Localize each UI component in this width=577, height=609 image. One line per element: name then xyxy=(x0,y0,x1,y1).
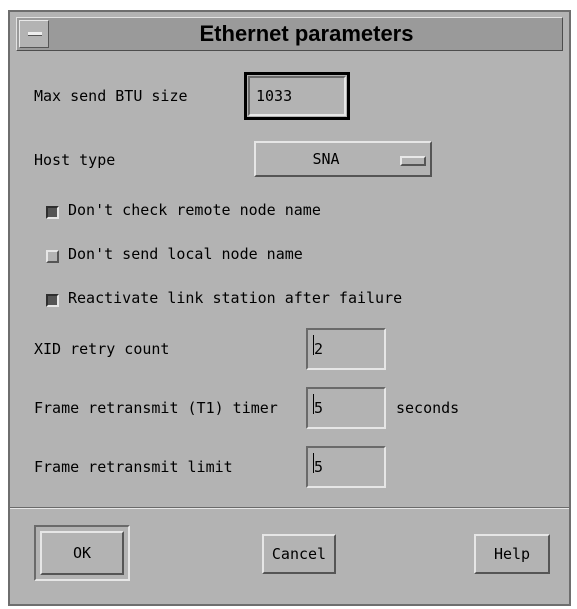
retransmit-limit-input[interactable]: 5 xyxy=(306,446,386,488)
t1-timer-label: Frame retransmit (T1) timer xyxy=(34,399,278,417)
t1-timer-value: 5 xyxy=(314,399,324,417)
remote-node-name-checkbox[interactable] xyxy=(46,206,59,219)
text-cursor xyxy=(313,394,314,414)
dialog-window: Ethernet parameters Max send BTU size 10… xyxy=(8,10,571,606)
reactivate-link-label[interactable]: Reactivate link station after failure xyxy=(68,289,402,307)
cancel-button[interactable]: Cancel xyxy=(262,534,336,574)
xid-retry-input[interactable]: 2 xyxy=(306,328,386,370)
text-cursor xyxy=(313,335,314,355)
t1-timer-input[interactable]: 5 xyxy=(306,387,386,429)
window-menu-icon xyxy=(28,32,42,36)
xid-retry-label: XID retry count xyxy=(34,340,170,358)
max-btu-label: Max send BTU size xyxy=(34,87,188,105)
ok-button[interactable]: OK xyxy=(40,531,124,575)
local-node-name-label[interactable]: Don't send local node name xyxy=(68,245,303,263)
button-area-separator xyxy=(10,507,569,509)
title-bar[interactable]: Ethernet parameters xyxy=(16,17,563,51)
host-type-value: SNA xyxy=(312,150,340,168)
remote-node-name-label[interactable]: Don't check remote node name xyxy=(68,201,321,219)
local-node-name-checkbox[interactable] xyxy=(46,250,59,263)
window-title: Ethernet parameters xyxy=(199,21,414,46)
host-type-label: Host type xyxy=(34,151,116,169)
help-button[interactable]: Help xyxy=(474,534,550,574)
text-cursor xyxy=(313,453,314,473)
xid-retry-value: 2 xyxy=(314,340,324,358)
max-btu-value: 1033 xyxy=(256,87,293,105)
t1-timer-unit: seconds xyxy=(396,399,460,417)
retransmit-limit-label: Frame retransmit limit xyxy=(34,458,233,476)
max-btu-input[interactable]: 1033 xyxy=(248,76,346,116)
window-menu-button[interactable] xyxy=(19,20,49,48)
reactivate-link-checkbox[interactable] xyxy=(46,294,59,307)
retransmit-limit-value: 5 xyxy=(314,458,324,476)
option-menu-indicator-icon xyxy=(400,156,426,166)
host-type-option-menu[interactable]: SNA xyxy=(254,141,432,177)
